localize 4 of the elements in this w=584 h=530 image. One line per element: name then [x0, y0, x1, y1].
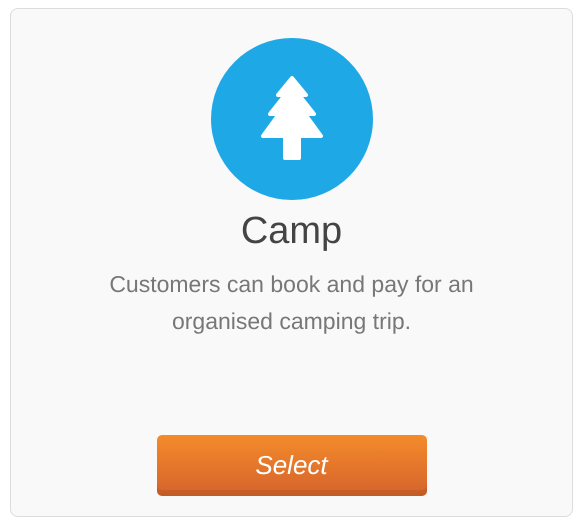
- card-description: Customers can book and pay for an organised camping trip.: [108, 270, 475, 336]
- select-button[interactable]: Select: [156, 435, 426, 496]
- card-title: Camp: [240, 209, 342, 254]
- tree-icon: [210, 38, 372, 200]
